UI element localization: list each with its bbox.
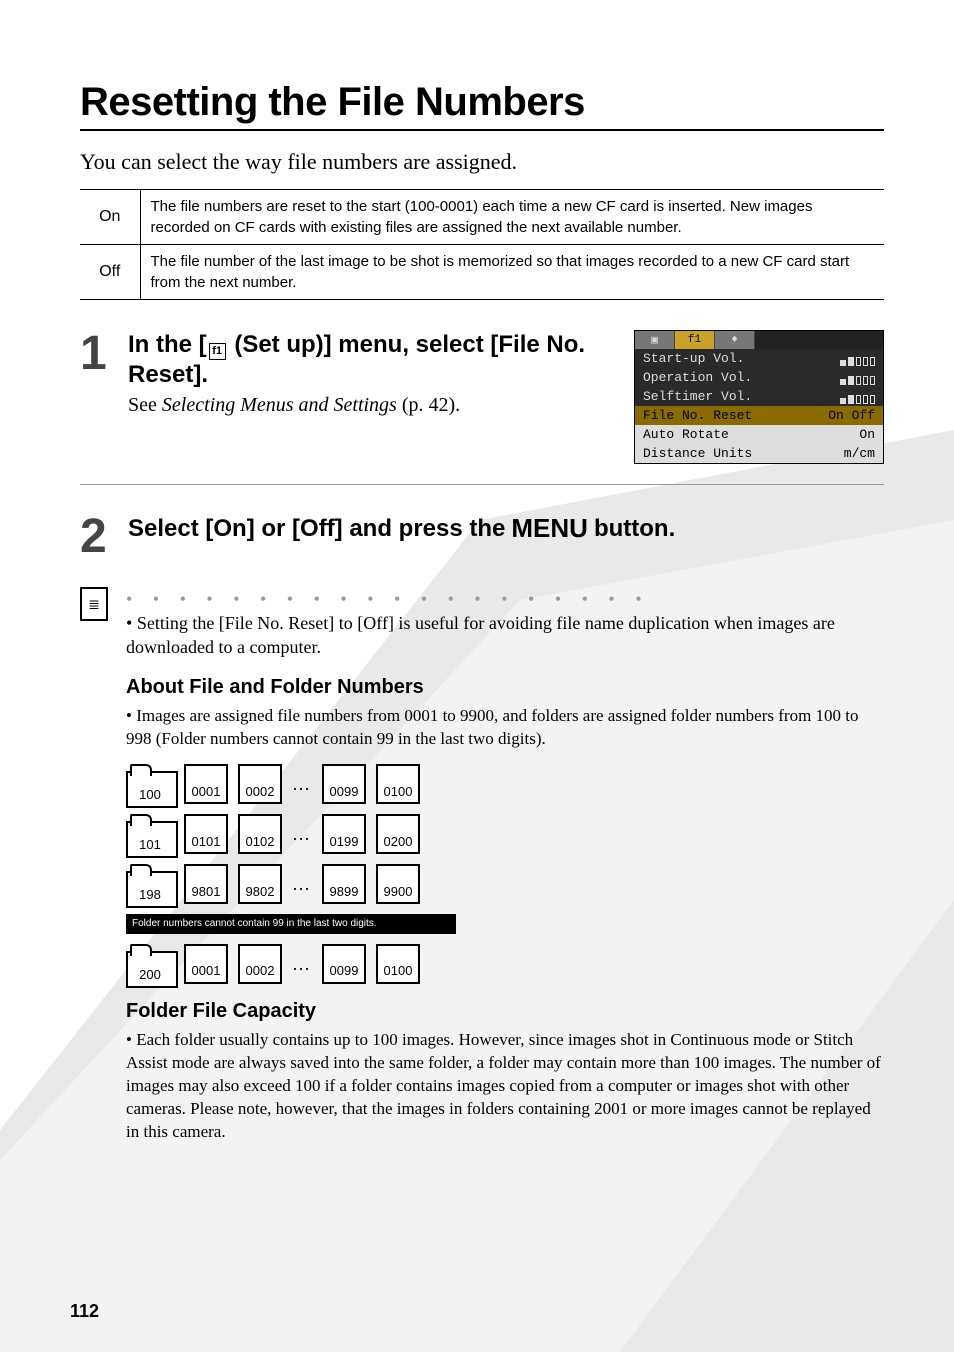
step-1-title: In the [f1 (Set up)] menu, select [File … [128,330,620,390]
step-1-sub-em: Selecting Menus and Settings [162,394,397,416]
option-off-label: Off [80,245,140,300]
lead-text: You can select the way file numbers are … [80,149,884,175]
file-icon: 0200 [376,814,420,854]
lcd-row-selftimer: Selftimer Vol. [635,387,883,406]
page-title: Resetting the File Numbers [80,80,884,125]
diagram-caption: Folder numbers cannot contain 99 in the … [126,914,456,934]
step-2: 2 Select [On] or [Off] and press the MEN… [80,513,884,561]
file-icon: 9801 [184,864,228,904]
file-icon: 9802 [238,864,282,904]
note-text: • Setting the [File No. Reset] to [Off] … [126,611,884,660]
file-icon: 0002 [238,764,282,804]
options-table: On The file numbers are reset to the sta… [80,189,884,300]
file-icon: 0001 [184,764,228,804]
about-heading: About File and Folder Numbers [126,674,884,701]
option-on-desc: The file numbers are reset to the start … [140,190,884,245]
folder-icon: 198 [126,864,174,904]
ellipsis-icon: … [292,872,312,896]
file-icon: 0100 [376,944,420,984]
page-number: 112 [70,1301,99,1322]
step-2-title-post: button. [594,515,675,543]
lcd-row-startup: Start-up Vol. [635,349,883,368]
diagram-row: 100 0001 0002 … 0099 0100 [126,764,884,804]
file-icon: 0001 [184,944,228,984]
step-2-title-pre: Select [On] or [Off] and press the [128,515,505,543]
lcd-row-operation: Operation Vol. [635,368,883,387]
lcd-screenshot: ▣ f1 ♦ Start-up Vol. Operation Vol. Self… [634,330,884,464]
capacity-heading: Folder File Capacity [126,998,884,1025]
file-icon: 0099 [322,944,366,984]
file-icon: 0102 [238,814,282,854]
folder-diagram: 100 0001 0002 … 0099 0100 101 0101 0102 … [126,764,884,984]
folder-icon: 200 [126,944,174,984]
step-divider [80,484,884,485]
lcd-tab-user: ♦ [715,331,755,349]
menu-button-word: MENU [511,513,588,544]
step-1-sub-pre: See [128,394,162,416]
note-block: ≣ • • • • • • • • • • • • • • • • • • • … [80,587,884,1144]
lcd-row-fileno: File No. ResetOn Off [635,406,883,425]
diagram-row: 198 9801 9802 … 9899 9900 [126,864,884,904]
step-1-number: 1 [80,330,114,378]
ellipsis-icon: … [292,822,312,846]
lcd-row-distance: Distance Unitsm/cm [635,444,883,463]
about-text: • Images are assigned file numbers from … [126,705,884,751]
table-row: Off The file number of the last image to… [80,245,884,300]
ellipsis-icon: … [292,772,312,796]
step-1: 1 In the [f1 (Set up)] menu, select [Fil… [80,330,884,464]
folder-icon: 101 [126,814,174,854]
ellipsis-icon: … [292,952,312,976]
file-icon: 0100 [376,764,420,804]
file-icon: 0099 [322,764,366,804]
diagram-row: 200 0001 0002 … 0099 0100 [126,944,884,984]
step-2-title: Select [On] or [Off] and press the MENU … [128,513,884,544]
lcd-tab-camera: ▣ [635,331,675,349]
lcd-tab-setup: f1 [675,331,715,349]
file-icon: 0199 [322,814,366,854]
file-icon: 9899 [322,864,366,904]
diagram-row: 101 0101 0102 … 0199 0200 [126,814,884,854]
step-1-subtitle: See Selecting Menus and Settings (p. 42)… [128,394,620,417]
option-off-desc: The file number of the last image to be … [140,245,884,300]
table-row: On The file numbers are reset to the sta… [80,190,884,245]
dotted-rule: • • • • • • • • • • • • • • • • • • • • [126,587,884,603]
folder-icon: 100 [126,764,174,804]
step-1-sub-post: (p. 42). [397,394,460,416]
note-icon: ≣ [80,587,108,621]
title-rule [80,129,884,131]
step-2-number: 2 [80,513,114,561]
file-icon: 0002 [238,944,282,984]
option-on-label: On [80,190,140,245]
setup-icon: f1 [209,343,226,360]
capacity-text: • Each folder usually contains up to 100… [126,1029,884,1144]
file-icon: 9900 [376,864,420,904]
lcd-row-autorotate: Auto RotateOn [635,425,883,444]
step-1-title-pre: In the [ [128,331,207,358]
file-icon: 0101 [184,814,228,854]
